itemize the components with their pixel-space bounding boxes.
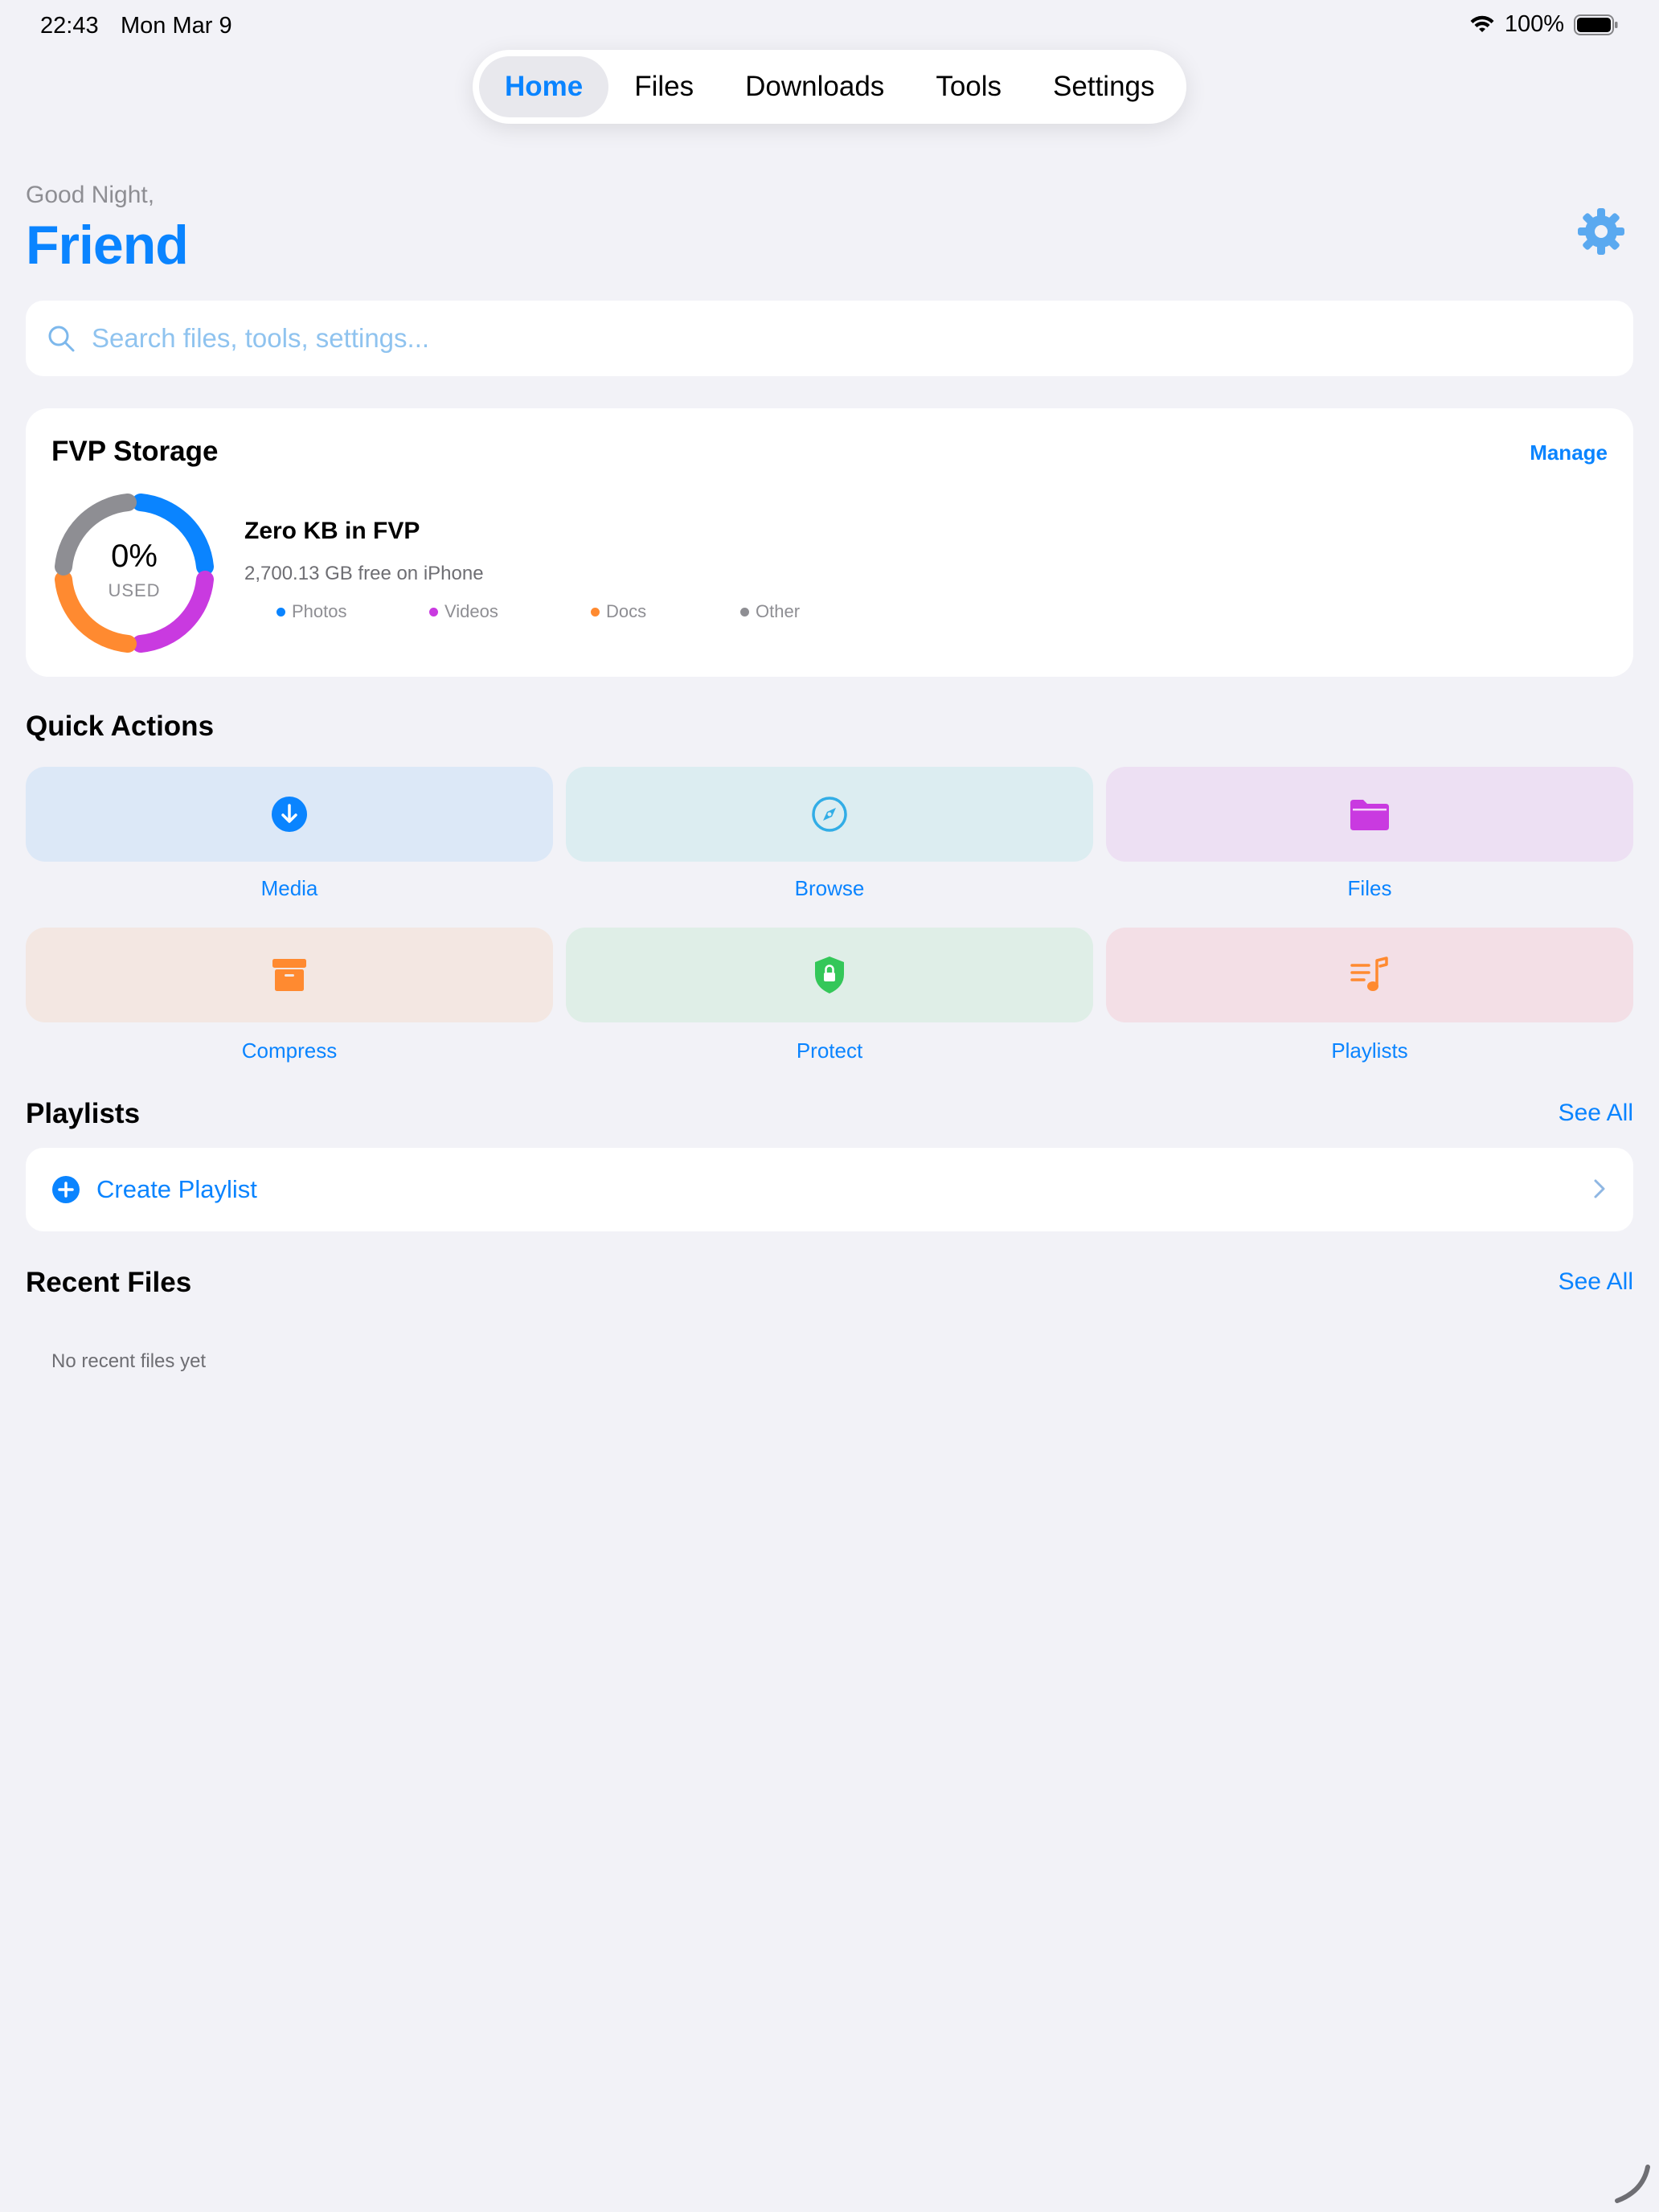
legend-docs: Docs	[591, 601, 646, 622]
battery-percent: 100%	[1504, 11, 1564, 37]
tab-home[interactable]: Home	[479, 56, 609, 117]
tab-files[interactable]: Files	[608, 56, 719, 117]
create-playlist-label: Create Playlist	[96, 1175, 257, 1203]
settings-button[interactable]	[1575, 206, 1627, 257]
plus-circle-icon	[52, 1176, 80, 1203]
user-name: Friend	[26, 215, 189, 276]
legend-other: Other	[740, 601, 800, 622]
no-recent-files-text: No recent files yet	[51, 1350, 207, 1372]
status-time: 22:43	[40, 13, 99, 39]
top-tab-bar: Home Files Downloads Tools Settings	[473, 50, 1186, 124]
search-icon	[48, 326, 75, 352]
download-circle-icon	[272, 797, 307, 832]
legend-dot	[591, 607, 600, 616]
playlists-see-all-button[interactable]: See All	[1559, 1100, 1633, 1127]
home-indicator	[1615, 2165, 1650, 2203]
storage-used-label: USED	[108, 580, 161, 600]
compass-icon	[812, 797, 847, 832]
quick-action-media[interactable]	[26, 767, 553, 862]
quick-action-label: Protect	[796, 1038, 863, 1063]
chevron-right-icon	[1594, 1179, 1605, 1198]
battery-icon	[1574, 14, 1618, 35]
legend-label: Videos	[444, 601, 498, 621]
status-indicators: 100%	[1469, 11, 1619, 38]
playlists-title: Playlists	[26, 1098, 141, 1129]
quick-action-label: Compress	[241, 1038, 338, 1063]
quick-action-playlists[interactable]	[1106, 928, 1633, 1022]
tab-downloads[interactable]: Downloads	[719, 56, 910, 117]
create-playlist-button[interactable]: Create Playlist	[26, 1148, 1633, 1231]
app-root: 22:43 Mon Mar 9 100% Home Files Download…	[0, 0, 1659, 2212]
recent-files-title: Recent Files	[26, 1267, 192, 1298]
legend-videos: Videos	[429, 601, 498, 622]
greeting-text: Good Night,	[26, 182, 155, 208]
wifi-icon	[1470, 15, 1494, 32]
storage-percent: 0%	[111, 539, 158, 574]
legend-dot	[740, 607, 749, 616]
storage-headline: Zero KB in FVP	[244, 518, 420, 544]
storage-title: FVP Storage	[51, 436, 219, 467]
status-bar: 22:43 Mon Mar 9 100%	[0, 0, 1659, 51]
lock-shield-icon	[815, 956, 844, 993]
quick-action-label: Media	[260, 876, 318, 900]
legend-dot	[276, 607, 285, 616]
manage-button[interactable]: Manage	[1530, 440, 1608, 465]
tab-settings[interactable]: Settings	[1027, 56, 1180, 117]
quick-action-protect[interactable]	[566, 928, 1093, 1022]
folder-icon	[1350, 800, 1389, 830]
archive-box-icon	[272, 959, 306, 991]
storage-card: FVP Storage Manage 0% USED Zero KB in FV…	[26, 408, 1633, 677]
search-input[interactable]	[92, 323, 1538, 354]
recent-files-see-all-button[interactable]: See All	[1559, 1268, 1633, 1296]
quick-action-label: Browse	[794, 876, 865, 900]
quick-action-label: Playlists	[1331, 1038, 1408, 1063]
legend-label: Docs	[606, 601, 647, 621]
music-list-icon	[1350, 956, 1388, 991]
quick-actions-title: Quick Actions	[26, 711, 215, 742]
quick-action-browse[interactable]	[566, 767, 1093, 862]
quick-action-compress[interactable]	[26, 928, 553, 1022]
legend-dot	[429, 607, 438, 616]
status-date: Mon Mar 9	[121, 13, 232, 39]
tab-tools[interactable]: Tools	[910, 56, 1027, 117]
legend-photos: Photos	[276, 601, 347, 622]
legend-label: Photos	[292, 601, 347, 621]
storage-free-text: 2,700.13 GB free on iPhone	[244, 563, 484, 584]
gear-icon	[1578, 208, 1624, 255]
quick-action-files[interactable]	[1106, 767, 1633, 862]
legend-label: Other	[756, 601, 801, 621]
search-bar[interactable]	[26, 301, 1633, 376]
quick-action-label: Files	[1347, 876, 1392, 900]
